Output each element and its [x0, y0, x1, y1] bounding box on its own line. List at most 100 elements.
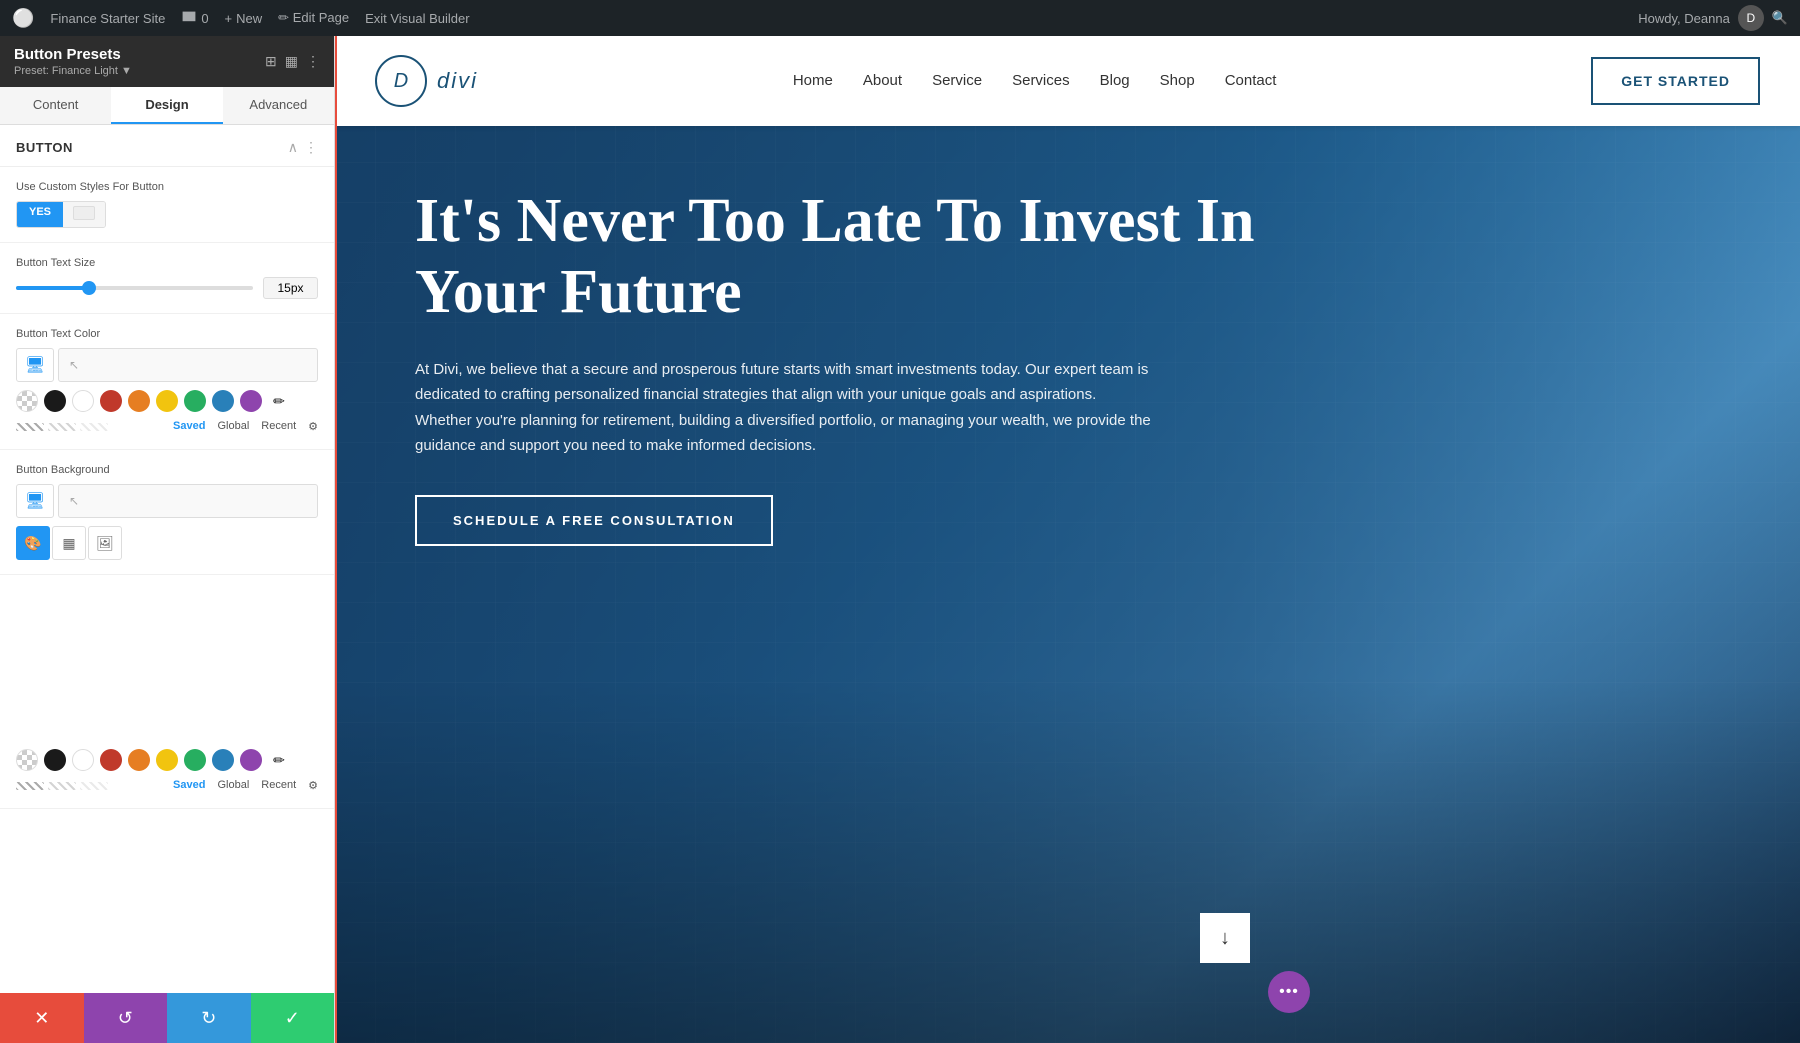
expand-icon[interactable]: ⊞: [265, 53, 277, 70]
site-navigation: D divi Home About Service Services Blog …: [335, 36, 1800, 126]
saved-tab[interactable]: Saved: [173, 420, 205, 433]
logo-text: divi: [437, 68, 478, 94]
color-pencil2-icon[interactable]: ✏: [268, 749, 290, 771]
color-swatch2-black[interactable]: [44, 749, 66, 771]
bg-image-type[interactable]: 🖼: [88, 526, 122, 560]
toggle-no[interactable]: [63, 202, 105, 227]
exit-visual-builder-button[interactable]: Exit Visual Builder: [365, 11, 470, 26]
panel-header-left: Button Presets Preset: Finance Light ▼: [14, 46, 132, 77]
new-button[interactable]: + New: [225, 11, 263, 26]
recent-tab[interactable]: Recent: [261, 420, 296, 433]
left-panel: Button Presets Preset: Finance Light ▼ ⊞…: [0, 36, 335, 1043]
get-started-button[interactable]: GET STARTED: [1591, 57, 1760, 105]
saved-tabs: Saved Global Recent ⚙: [173, 420, 318, 433]
menu-item-services[interactable]: Services: [1012, 72, 1070, 90]
color-swatch2-purple[interactable]: [240, 749, 262, 771]
section-title-button: Button: [16, 140, 73, 155]
panel-title: Button Presets: [14, 46, 132, 63]
more-options-icon[interactable]: ⋮: [306, 53, 320, 70]
panel-tabs: Content Design Advanced: [0, 87, 334, 125]
slider-fill: [16, 286, 87, 290]
color-swatch-green[interactable]: [184, 390, 206, 412]
settings-cog2-icon[interactable]: ⚙: [308, 779, 318, 792]
cursor-icon: ↖: [69, 358, 79, 372]
comments-count: 0: [201, 11, 208, 26]
site-menu: Home About Service Services Blog Shop Co…: [793, 72, 1277, 90]
site-preview: D divi Home About Service Services Blog …: [335, 36, 1800, 1043]
color-palette-text: ✏: [16, 390, 318, 412]
toggle-yes[interactable]: YES: [17, 202, 63, 227]
menu-item-contact[interactable]: Contact: [1225, 72, 1277, 90]
search-icon[interactable]: 🔍: [1772, 10, 1788, 26]
save-button[interactable]: ✓: [251, 993, 335, 1043]
user-menu[interactable]: Howdy, Deanna D 🔍: [1638, 5, 1788, 31]
global-tab-2[interactable]: Global: [217, 779, 249, 792]
button-text-color-label: Button Text Color: [16, 328, 318, 340]
undo-button[interactable]: ↺: [84, 993, 168, 1043]
color-swatch-red[interactable]: [100, 390, 122, 412]
color-swatch-transparent[interactable]: [16, 390, 38, 412]
bg-color-type[interactable]: 🎨: [16, 526, 50, 560]
color-pencil-icon[interactable]: ✏: [268, 390, 290, 412]
slider-value[interactable]: 15px: [263, 277, 318, 299]
bg-color-input-box[interactable]: ↖: [58, 484, 318, 518]
color-device-icon-box[interactable]: 🖥: [16, 348, 54, 382]
slider-thumb[interactable]: [82, 281, 96, 295]
menu-item-home[interactable]: Home: [793, 72, 833, 90]
tab-advanced[interactable]: Advanced: [223, 87, 334, 124]
comments-icon-wrap[interactable]: 0: [181, 10, 208, 26]
menu-item-shop[interactable]: Shop: [1160, 72, 1195, 90]
menu-item-service[interactable]: Service: [932, 72, 982, 90]
color-swatch-orange[interactable]: [128, 390, 150, 412]
color-swatch2-transparent[interactable]: [16, 749, 38, 771]
color-swatch2-blue[interactable]: [212, 749, 234, 771]
wp-admin-bar: ⚪ Finance Starter Site 0 + New ✏ Edit Pa…: [0, 0, 1800, 36]
collapse-icon[interactable]: ∧: [288, 139, 298, 156]
wp-logo-icon[interactable]: ⚪: [12, 8, 34, 29]
custom-styles-toggle[interactable]: YES: [16, 201, 106, 228]
color-swatch-black[interactable]: [44, 390, 66, 412]
saved-tabs-2: Saved Global Recent ⚙: [173, 779, 318, 792]
menu-item-blog[interactable]: Blog: [1100, 72, 1130, 90]
global-tab[interactable]: Global: [217, 420, 249, 433]
down-arrow-button[interactable]: ↓: [1200, 913, 1250, 963]
recent-tab-2[interactable]: Recent: [261, 779, 296, 792]
bg-type-icons: 🎨 ▦ 🖼: [16, 526, 318, 560]
columns-icon[interactable]: ▦: [285, 53, 298, 70]
color-swatch-purple[interactable]: [240, 390, 262, 412]
redo-button[interactable]: ↻: [167, 993, 251, 1043]
color-input-box[interactable]: ↖: [58, 348, 318, 382]
floating-dots-button[interactable]: •••: [1268, 971, 1310, 1013]
pencil-icon: ✏: [278, 10, 289, 25]
hero-section: It's Never Too Late To Invest In Your Fu…: [335, 126, 1800, 1043]
panel-subtitle[interactable]: Preset: Finance Light ▼: [14, 65, 132, 77]
color-swatch2-white[interactable]: [72, 749, 94, 771]
color-swatch2-red[interactable]: [100, 749, 122, 771]
site-logo: D divi: [375, 55, 478, 107]
cta-button[interactable]: SCHEDULE A FREE CONSULTATION: [415, 495, 773, 546]
settings-cog-icon[interactable]: ⚙: [308, 420, 318, 433]
color-swatch2-green[interactable]: [184, 749, 206, 771]
button-bg-field: Button Background 🖥 ↖ 🎨 ▦ 🖼: [0, 450, 334, 575]
color-swatch2-yellow[interactable]: [156, 749, 178, 771]
bg-gradient-type[interactable]: ▦: [52, 526, 86, 560]
tab-content[interactable]: Content: [0, 87, 111, 124]
tab-design[interactable]: Design: [111, 87, 222, 124]
down-arrow-icon: ↓: [1220, 927, 1230, 950]
comments-icon: [181, 10, 197, 26]
panel-header-icons: ⊞ ▦ ⋮: [265, 53, 320, 70]
color-swatch-yellow[interactable]: [156, 390, 178, 412]
color-swatch-white[interactable]: [72, 390, 94, 412]
color-swatch2-orange[interactable]: [128, 749, 150, 771]
section-more-icon[interactable]: ⋮: [304, 139, 318, 156]
edit-page-link[interactable]: ✏ Edit Page: [278, 10, 349, 26]
site-name[interactable]: Finance Starter Site: [50, 11, 165, 26]
color-swatch-blue[interactable]: [212, 390, 234, 412]
menu-item-about[interactable]: About: [863, 72, 902, 90]
logo-letter: D: [394, 70, 408, 93]
bg-monitor-icon-box[interactable]: 🖥: [16, 484, 54, 518]
close-button[interactable]: ✕: [0, 993, 84, 1043]
saved-tab-2[interactable]: Saved: [173, 779, 205, 792]
panel-actions: ✕ ↺ ↻ ✓: [0, 993, 334, 1043]
button-text-size-slider: 15px: [16, 277, 318, 299]
